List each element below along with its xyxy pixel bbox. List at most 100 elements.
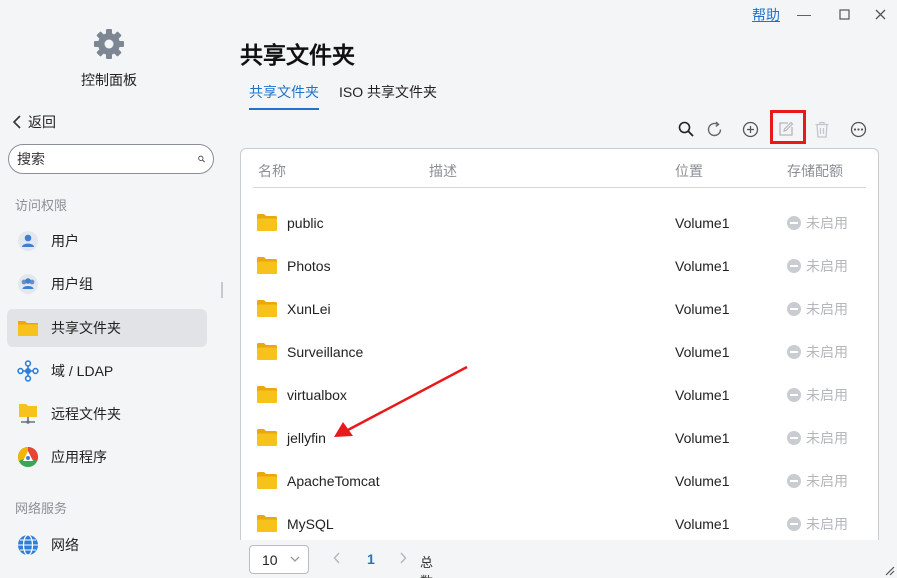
quota-status: 未启用 <box>806 472 848 489</box>
location-cell: Volume1 <box>675 214 730 231</box>
folder-icon <box>257 214 277 231</box>
sidebar-item-label: 网络 <box>51 537 79 553</box>
folder-icon <box>257 472 277 489</box>
help-link[interactable]: 帮助 <box>752 5 780 25</box>
sidebar-item-label: 域 / LDAP <box>51 363 114 379</box>
add-button[interactable] <box>738 116 762 142</box>
total-count: 总数: 8 <box>420 555 437 578</box>
table-row[interactable]: jellyfin Volume1 未启用 <box>241 416 878 459</box>
sidebar-item-applications[interactable]: 应用程序 <box>7 438 207 476</box>
quota-status: 未启用 <box>806 300 848 317</box>
sidebar-item-label: 共享文件夹 <box>51 320 121 336</box>
prev-page-button[interactable] <box>333 551 341 567</box>
disabled-status-icon <box>787 473 801 488</box>
tab-iso-shared-folders[interactable]: ISO 共享文件夹 <box>339 82 437 110</box>
search-input[interactable] <box>17 151 198 167</box>
name-cell: virtualbox <box>257 373 347 416</box>
tab-bar: 共享文件夹 ISO 共享文件夹 <box>249 82 437 110</box>
sidebar-item-network[interactable]: 网络 <box>7 526 207 564</box>
sidebar-item-remote-folders[interactable]: 远程文件夹 <box>7 395 207 433</box>
sidebar-item-label: 应用程序 <box>51 449 107 465</box>
delete-button[interactable] <box>810 116 834 142</box>
tab-shared-folders[interactable]: 共享文件夹 <box>249 82 319 110</box>
close-button[interactable] <box>870 4 890 24</box>
disabled-status-icon <box>787 258 801 273</box>
table-row[interactable]: Photos Volume1 未启用 <box>241 244 878 287</box>
column-header-name[interactable]: 名称 <box>258 161 286 181</box>
sidebar-item-shared-folders[interactable]: 共享文件夹 <box>7 309 207 347</box>
back-button[interactable]: 返回 <box>12 112 56 132</box>
search-icon[interactable] <box>198 151 205 167</box>
disabled-status-icon <box>787 430 801 445</box>
disabled-status-icon <box>787 516 801 531</box>
chevron-right-icon <box>400 552 407 564</box>
folder-name: MySQL <box>287 515 334 532</box>
page-number[interactable]: 1 <box>367 551 375 567</box>
network-globe-icon <box>17 534 39 556</box>
quota-status: 未启用 <box>806 429 848 446</box>
name-cell: Photos <box>257 244 331 287</box>
name-cell: XunLei <box>257 287 331 330</box>
folder-icon <box>257 429 277 446</box>
maximize-button[interactable] <box>834 4 854 24</box>
table-row[interactable]: virtualbox Volume1 未启用 <box>241 373 878 416</box>
refresh-button[interactable] <box>702 116 726 142</box>
quota-cell: 未启用 <box>787 287 848 330</box>
location-cell: Volume1 <box>675 515 730 532</box>
domain-ldap-icon <box>17 360 39 382</box>
location-cell: Volume1 <box>675 472 730 489</box>
sidebar-item-label: 远程文件夹 <box>51 406 121 422</box>
more-button[interactable] <box>846 116 870 142</box>
sidebar-item-user-groups[interactable]: 用户组 <box>7 265 207 303</box>
back-label: 返回 <box>28 114 56 130</box>
page-size-select[interactable]: 10 <box>249 545 309 574</box>
folder-icon <box>257 515 277 532</box>
quota-status: 未启用 <box>806 343 848 360</box>
edit-button-highlight <box>770 110 806 144</box>
column-header-description[interactable]: 描述 <box>429 161 457 181</box>
column-header-quota[interactable]: 存储配额 <box>787 161 843 181</box>
table-row[interactable]: public Volume1 未启用 <box>241 201 878 244</box>
window-resize-grip[interactable] <box>883 564 895 576</box>
folder-name: public <box>287 214 324 231</box>
name-cell: MySQL <box>257 502 334 540</box>
shared-folder-table: 名称 描述 位置 存储配额 public Volume1 未启用 Photos … <box>240 148 879 540</box>
sidebar: 控制面板 返回 访问权限 用户 用户组 共享文件夹 域 / LDAP <box>0 0 218 578</box>
disabled-status-icon <box>787 215 801 230</box>
quota-cell: 未启用 <box>787 373 848 416</box>
more-icon <box>850 121 866 137</box>
app-name: 控制面板 <box>81 72 137 88</box>
quota-status: 未启用 <box>806 386 848 403</box>
sidebar-search[interactable] <box>8 144 214 174</box>
sidebar-resize-handle[interactable] <box>221 282 223 298</box>
header-divider <box>253 187 866 188</box>
maximize-icon <box>838 8 850 20</box>
column-header-location[interactable]: 位置 <box>675 161 703 181</box>
quota-cell: 未启用 <box>787 244 848 287</box>
folder-name: Surveillance <box>287 343 364 360</box>
search-button[interactable] <box>674 116 698 142</box>
sidebar-item-users[interactable]: 用户 <box>7 222 207 260</box>
next-page-button[interactable] <box>399 551 407 567</box>
sidebar-item-label: 用户组 <box>51 276 93 292</box>
location-cell: Volume1 <box>675 429 730 446</box>
minimize-button[interactable]: — <box>794 4 814 24</box>
user-icon <box>17 230 39 252</box>
chevron-left-icon <box>12 115 21 129</box>
quota-cell: 未启用 <box>787 330 848 373</box>
location-cell: Volume1 <box>675 343 730 360</box>
disabled-status-icon <box>787 301 801 316</box>
table-row[interactable]: XunLei Volume1 未启用 <box>241 287 878 330</box>
location-cell: Volume1 <box>675 300 730 317</box>
search-icon <box>678 121 694 137</box>
sidebar-item-domain-ldap[interactable]: 域 / LDAP <box>7 352 207 390</box>
name-cell: ApacheTomcat <box>257 459 380 502</box>
page-title: 共享文件夹 <box>240 42 355 68</box>
table-row[interactable]: ApacheTomcat Volume1 未启用 <box>241 459 878 502</box>
quota-status: 未启用 <box>806 257 848 274</box>
name-cell: Surveillance <box>257 330 363 373</box>
table-row[interactable]: Surveillance Volume1 未启用 <box>241 330 878 373</box>
folder-name: XunLei <box>287 300 331 317</box>
table-row[interactable]: MySQL Volume1 未启用 <box>241 502 878 540</box>
quota-cell: 未启用 <box>787 459 848 502</box>
